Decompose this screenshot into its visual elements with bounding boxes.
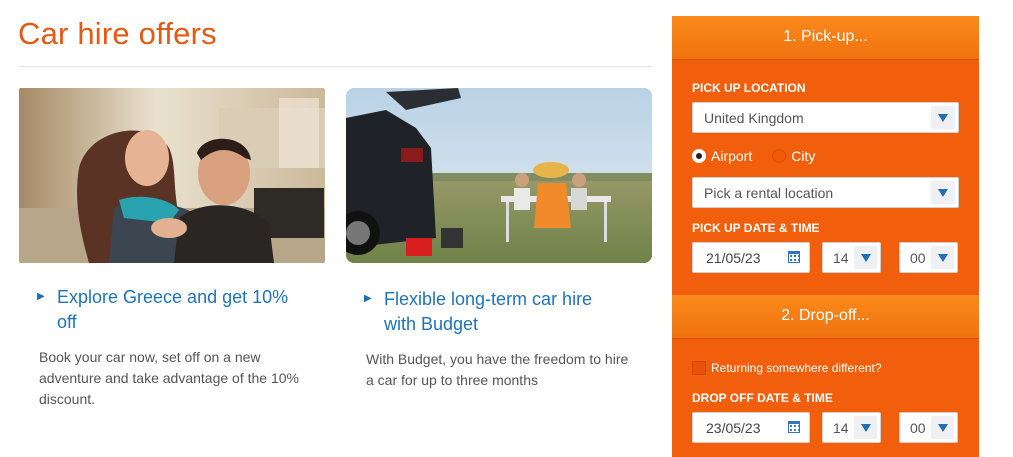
- dropoff-datetime-label: DROP OFF DATE & TIME: [692, 391, 833, 405]
- dropoff-minute-value: 00: [910, 420, 926, 436]
- chevron-down-icon[interactable]: [854, 246, 877, 269]
- dropoff-section-header: 2. Drop-off...: [672, 295, 979, 339]
- offer-image-picnic[interactable]: [346, 88, 652, 263]
- country-select[interactable]: United Kingdom: [692, 102, 959, 133]
- chevron-down-icon[interactable]: [931, 181, 955, 204]
- calendar-icon[interactable]: [788, 251, 800, 263]
- chevron-down-icon[interactable]: [931, 106, 955, 129]
- pickup-location-label: PICK UP LOCATION: [692, 81, 806, 95]
- dropoff-date-field[interactable]: 23/05/23: [692, 412, 810, 443]
- pickup-hour-select[interactable]: 14: [822, 242, 881, 273]
- bullet-arrow-icon: ▶: [364, 293, 372, 304]
- dropoff-minute-select[interactable]: 00: [899, 412, 958, 443]
- pickup-section-header: 1. Pick-up...: [672, 16, 979, 60]
- offer-card-greece: ▶ Explore Greece and get 10% off Book yo…: [19, 88, 325, 410]
- offer-link-budget[interactable]: ▶ Flexible long-term car hire with Budge…: [364, 287, 652, 337]
- pickup-minute-value: 00: [910, 250, 926, 266]
- city-radio[interactable]: [772, 149, 787, 163]
- title-divider: [18, 66, 652, 67]
- city-radio-label[interactable]: City: [791, 148, 815, 164]
- pickup-date-field[interactable]: 21/05/23: [692, 242, 810, 273]
- car-hire-search-panel: 1. Pick-up... PICK UP LOCATION United Ki…: [672, 16, 979, 457]
- offer-card-budget: ▶ Flexible long-term car hire with Budge…: [346, 88, 652, 391]
- dropoff-hour-value: 14: [833, 420, 849, 436]
- offer-image-couple[interactable]: [19, 88, 325, 263]
- airport-radio[interactable]: [692, 149, 706, 163]
- airport-radio-label[interactable]: Airport: [711, 148, 752, 164]
- pickup-minute-select[interactable]: 00: [899, 242, 958, 273]
- dropoff-date-value: 23/05/23: [706, 420, 761, 436]
- chevron-down-icon[interactable]: [931, 416, 954, 439]
- offer-link-text[interactable]: Flexible long-term car hire with Budget: [384, 287, 629, 337]
- rental-location-select[interactable]: Pick a rental location: [692, 177, 959, 208]
- pickup-date-value: 21/05/23: [706, 250, 761, 266]
- page-title: Car hire offers: [18, 16, 217, 51]
- returning-different-row: Returning somewhere different?: [692, 361, 882, 375]
- offer-link-text[interactable]: Explore Greece and get 10% off: [57, 285, 307, 335]
- country-select-value: United Kingdom: [704, 110, 804, 126]
- returning-different-checkbox[interactable]: [692, 361, 706, 375]
- offer-description: Book your car now, set off on a new adve…: [39, 349, 299, 407]
- dropoff-hour-select[interactable]: 14: [822, 412, 881, 443]
- chevron-down-icon[interactable]: [931, 246, 954, 269]
- offer-link-greece[interactable]: ▶ Explore Greece and get 10% off: [37, 285, 325, 335]
- calendar-icon[interactable]: [788, 421, 800, 433]
- rental-location-value: Pick a rental location: [704, 185, 834, 201]
- returning-different-label[interactable]: Returning somewhere different?: [711, 361, 882, 375]
- chevron-down-icon[interactable]: [854, 416, 877, 439]
- location-type-radios: Airport City: [692, 148, 815, 164]
- pickup-datetime-label: PICK UP DATE & TIME: [692, 221, 820, 235]
- pickup-hour-value: 14: [833, 250, 849, 266]
- bullet-arrow-icon: ▶: [37, 291, 45, 302]
- offer-description: With Budget, you have the freedom to hir…: [366, 351, 629, 388]
